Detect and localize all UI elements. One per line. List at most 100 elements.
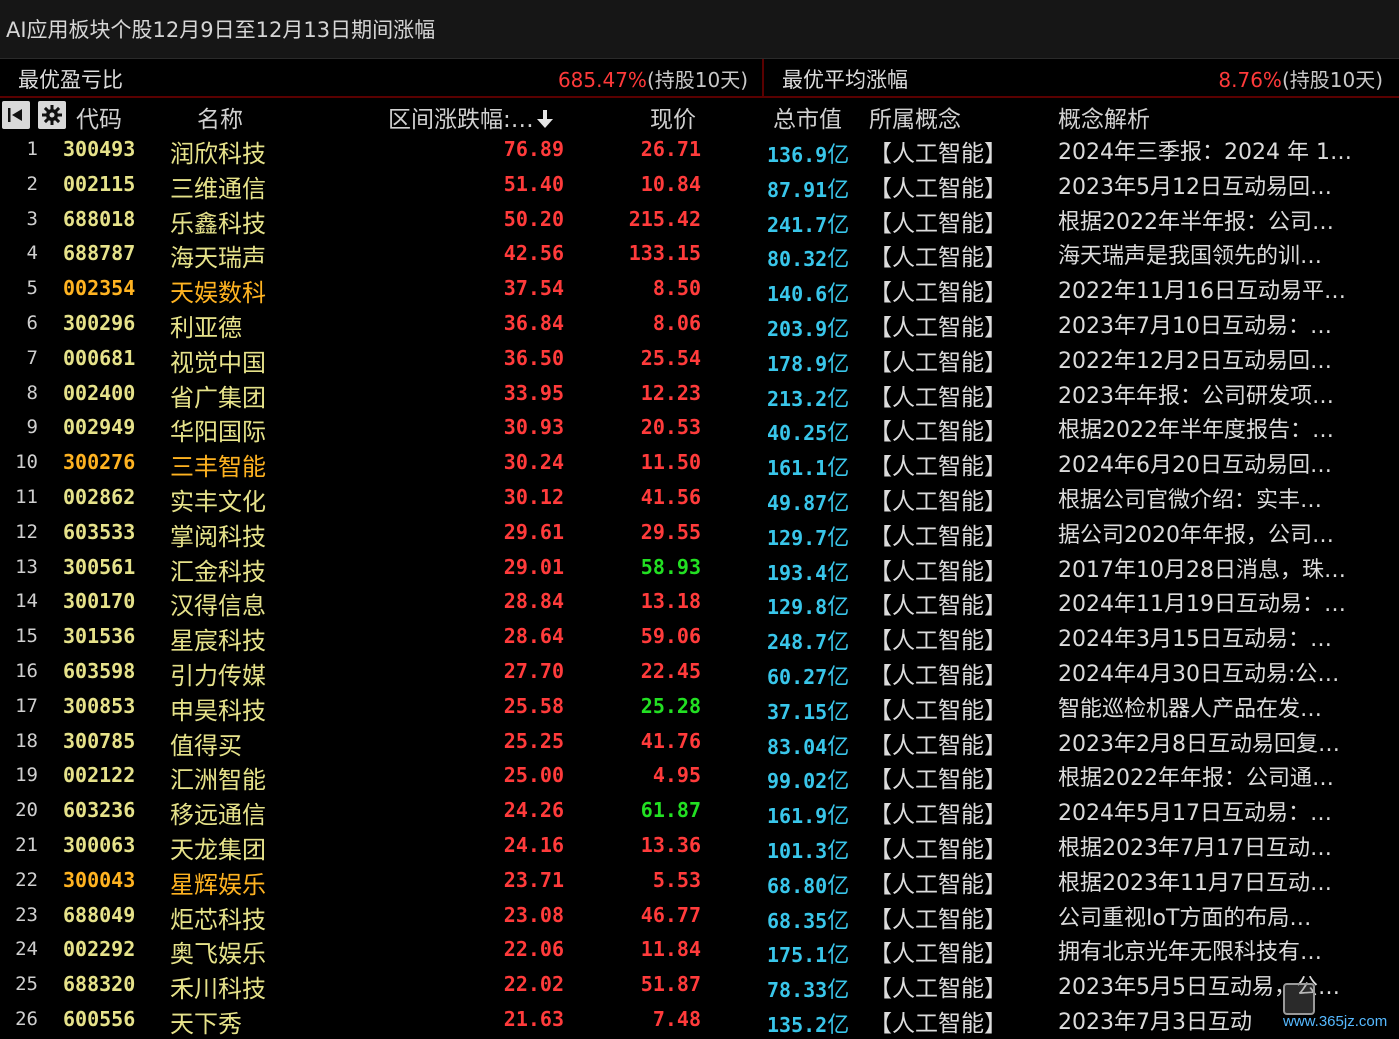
row-index: 6	[26, 311, 38, 334]
row-index: 10	[15, 451, 38, 474]
table-row[interactable]: 17 300853 申昊科技 25.58 25.28 37.15亿 【人工智能】 智能巡检机器…	[0, 690, 1399, 725]
market-cap: 140.6亿	[767, 276, 849, 308]
watermark: www.365jz.com	[1283, 983, 1395, 1033]
range-change: 30.93	[503, 415, 564, 440]
table-row[interactable]: 20 603236 移远通信 24.26 61.87 161.9亿 【人工智能】 2024年5…	[0, 794, 1399, 829]
table-row[interactable]: 21 300063 天龙集团 24.16 13.36 101.3亿 【人工智能】 根据2023…	[0, 829, 1399, 864]
range-change: 25.25	[503, 728, 564, 753]
table-row[interactable]: 18 300785 值得买 25.25 41.76 83.04亿 【人工智能】 2023年2月…	[0, 725, 1399, 760]
table-row[interactable]: 3 688018 乐鑫科技 50.20 215.42 241.7亿 【人工智能】 根据2022…	[0, 203, 1399, 238]
concept-analysis: 根据2022年半年报：公司…	[1058, 209, 1334, 235]
table-row[interactable]: 14 300170 汉得信息 28.84 13.18 129.8亿 【人工智能】 2024年1…	[0, 585, 1399, 620]
table-row[interactable]: 7 000681 视觉中国 36.50 25.54 178.9亿 【人工智能】 2022年12…	[0, 342, 1399, 377]
concept-analysis: 据公司2020年年报，公司…	[1058, 522, 1334, 548]
market-cap: 83.04亿	[767, 729, 849, 761]
concept-analysis: 公司重视IoT方面的布局…	[1058, 905, 1312, 931]
current-price: 20.53	[640, 415, 701, 440]
stock-code: 688049	[63, 902, 136, 927]
table-row[interactable]: 15 301536 星宸科技 28.64 59.06 248.7亿 【人工智能】 2024年3…	[0, 620, 1399, 655]
market-cap-unit: 亿	[827, 595, 850, 621]
market-cap-unit: 亿	[827, 873, 850, 899]
row-index: 5	[26, 277, 38, 300]
table-row[interactable]: 10 300276 三丰智能 30.24 11.50 161.1亿 【人工智能】 2024年6…	[0, 446, 1399, 481]
market-cap-value: 203.9	[767, 316, 828, 341]
table-row[interactable]: 6 300296 利亚德 36.84 8.06 203.9亿 【人工智能】 2023年7月10…	[0, 307, 1399, 342]
concept-tag: 【人工智能】	[869, 697, 1007, 724]
market-cap: 129.7亿	[767, 520, 849, 552]
table-row[interactable]: 25 688320 禾川科技 22.02 51.87 78.33亿 【人工智能】 2023年5…	[0, 968, 1399, 1003]
stock-name: 移远通信	[170, 801, 266, 830]
market-cap-value: 129.8	[767, 595, 828, 620]
table-row[interactable]: 9 002949 华阳国际 30.93 20.53 40.25亿 【人工智能】 根据2022年…	[0, 411, 1399, 446]
stock-code: 300170	[63, 589, 136, 614]
concept-tag: 【人工智能】	[869, 941, 1007, 968]
range-change: 28.84	[503, 589, 564, 614]
market-cap-unit: 亿	[827, 490, 850, 516]
table-row[interactable]: 11 002862 实丰文化 30.12 41.56 49.87亿 【人工智能】 根据公司官微…	[0, 481, 1399, 516]
current-price: 13.18	[640, 589, 701, 614]
concept-tag: 【人工智能】	[869, 488, 1007, 515]
stock-code: 300043	[63, 867, 136, 892]
market-cap-value: 80.32	[767, 247, 828, 272]
table-row[interactable]: 5 002354 天娱数科 37.54 8.50 140.6亿 【人工智能】 2022年11月…	[0, 272, 1399, 307]
market-cap-value: 140.6	[767, 282, 828, 307]
stock-name: 天下秀	[170, 1009, 242, 1038]
concept-tag: 【人工智能】	[869, 558, 1007, 585]
market-cap: 136.9亿	[767, 137, 849, 169]
table-row[interactable]: 4 688787 海天瑞声 42.56 133.15 80.32亿 【人工智能】 海天瑞声是我…	[0, 237, 1399, 272]
gear-icon[interactable]	[38, 101, 66, 129]
stock-code: 002949	[63, 415, 136, 440]
summary-right-note: (持股10天)	[1281, 68, 1383, 92]
market-cap-unit: 亿	[827, 1012, 850, 1038]
table-row[interactable]: 23 688049 炬芯科技 23.08 46.77 68.35亿 【人工智能】 公司重视Io…	[0, 899, 1399, 934]
table-row[interactable]: 19 002122 汇洲智能 25.00 4.95 99.02亿 【人工智能】 根据2022年…	[0, 759, 1399, 794]
current-price: 7.48	[652, 1006, 701, 1031]
stock-name: 掌阅科技	[170, 522, 266, 551]
summary-left-value: 685.47%(持股10天)	[558, 64, 748, 93]
table-row[interactable]: 12 603533 掌阅科技 29.61 29.55 129.7亿 【人工智能】 据公司202…	[0, 516, 1399, 551]
table-row[interactable]: 13 300561 汇金科技 29.01 58.93 193.4亿 【人工智能】 2017年1…	[0, 551, 1399, 586]
header-analysis[interactable]: 概念解析	[1058, 100, 1150, 134]
header-market-cap[interactable]: 总市值	[773, 100, 842, 134]
table-row[interactable]: 24 002292 奥飞娱乐 22.06 11.84 175.1亿 【人工智能】 拥有北京光年…	[0, 933, 1399, 968]
summary-left-note: (持股10天)	[646, 68, 748, 92]
table-row[interactable]: 8 002400 省广集团 33.95 12.23 213.2亿 【人工智能】 2023年年报…	[0, 377, 1399, 412]
header-price[interactable]: 现价	[650, 100, 696, 134]
range-change: 51.40	[503, 171, 564, 196]
current-price: 25.54	[640, 345, 701, 370]
window-title: AI应用板块个股12月9日至12月13日期间涨幅	[6, 18, 436, 42]
header-code[interactable]: 代码	[76, 100, 122, 134]
market-cap: 213.2亿	[767, 381, 849, 413]
summary-left-number: 685.47%	[557, 68, 647, 92]
stock-code: 688018	[63, 206, 136, 231]
summary-left-label: 最优盈亏比	[18, 68, 123, 92]
current-price: 13.36	[640, 832, 701, 857]
table-row[interactable]: 16 603598 引力传媒 27.70 22.45 60.27亿 【人工智能】 2024年4…	[0, 655, 1399, 690]
market-cap-value: 68.80	[767, 873, 828, 898]
market-cap-unit: 亿	[827, 386, 850, 412]
market-cap-unit: 亿	[827, 838, 850, 864]
table-row[interactable]: 1 300493 润欣科技 76.89 26.71 136.9亿 【人工智能】 2024年三季…	[0, 133, 1399, 168]
header-name[interactable]: 名称	[197, 100, 243, 134]
header-concept[interactable]: 所属概念	[869, 100, 961, 134]
market-cap-value: 175.1	[767, 943, 828, 968]
stock-code: 603236	[63, 798, 136, 823]
concept-tag: 【人工智能】	[869, 175, 1007, 202]
concept-analysis: 2024年11月19日互动易：…	[1058, 592, 1346, 618]
stock-name: 汉得信息	[170, 592, 266, 621]
concept-analysis: 2024年6月20日互动易回…	[1058, 453, 1332, 479]
concept-tag: 【人工智能】	[869, 419, 1007, 446]
table-row[interactable]: 26 600556 天下秀 21.63 7.48 135.2亿 【人工智能】 2023年7月3…	[0, 1003, 1399, 1038]
stock-name: 天娱数科	[170, 279, 266, 308]
current-price: 59.06	[640, 624, 701, 649]
current-price: 51.87	[640, 972, 701, 997]
stock-code: 002115	[63, 171, 136, 196]
collapse-left-icon[interactable]	[2, 101, 30, 129]
market-cap-unit: 亿	[827, 664, 850, 690]
range-change: 25.00	[503, 763, 564, 788]
concept-analysis: 根据2023年7月17日互动…	[1058, 835, 1332, 861]
header-change[interactable]: 区间涨跌幅:…	[388, 100, 554, 134]
table-row[interactable]: 22 300043 星辉娱乐 23.71 5.53 68.80亿 【人工智能】 根据2023年…	[0, 864, 1399, 899]
concept-analysis: 2023年年报：公司研发项…	[1058, 383, 1334, 409]
table-row[interactable]: 2 002115 三维通信 51.40 10.84 87.91亿 【人工智能】 2023年5月…	[0, 168, 1399, 203]
